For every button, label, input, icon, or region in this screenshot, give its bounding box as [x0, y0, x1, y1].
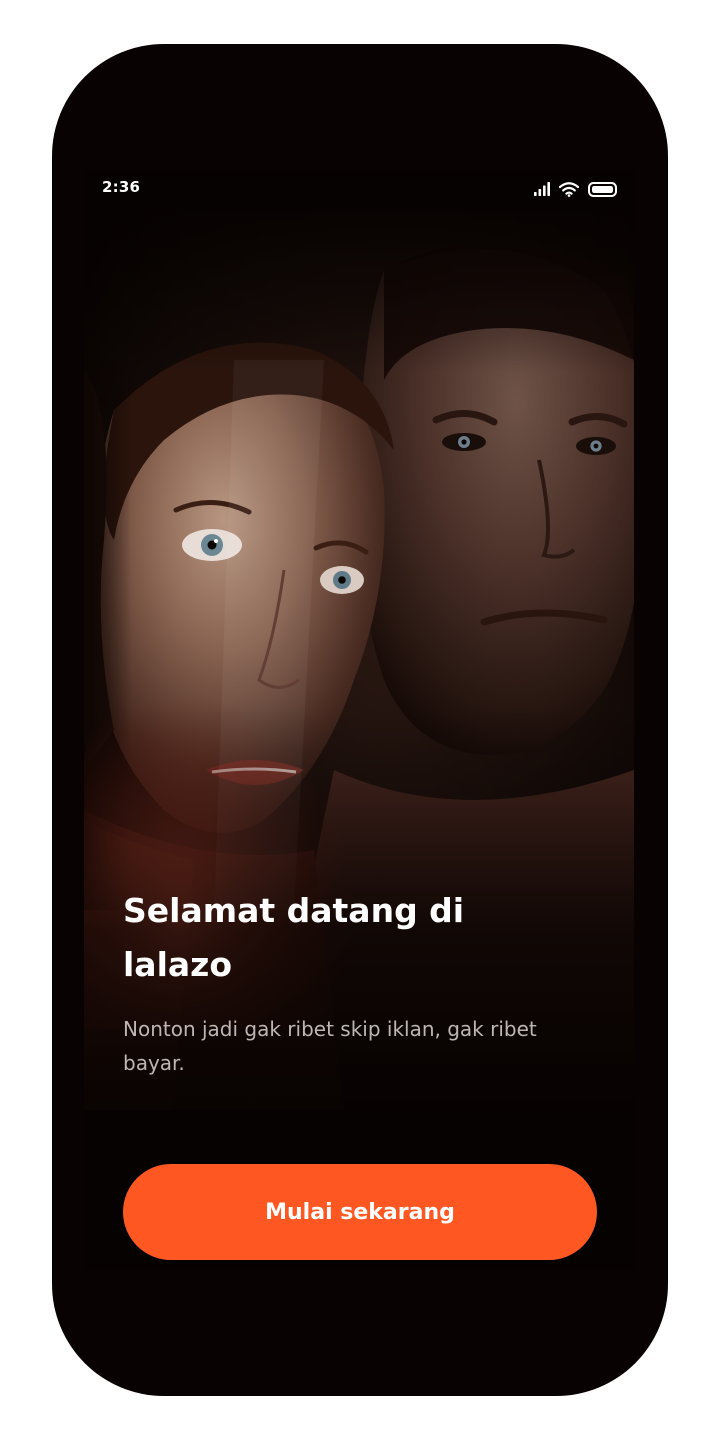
welcome-subtitle: Nonton jadi gak ribet skip iklan, gak ri…	[123, 1017, 537, 1075]
status-bar: 2:36	[84, 170, 634, 210]
welcome-title: Selamat datang di lalazo	[123, 891, 465, 984]
start-now-button[interactable]: Mulai sekarang	[123, 1164, 597, 1260]
signal-icon	[534, 182, 550, 196]
status-icons	[534, 178, 618, 200]
wifi-icon	[559, 181, 579, 197]
status-time: 2:36	[102, 178, 141, 196]
phone-frame: 2:36 Selamat datang di lalazo Nonton jad…	[52, 44, 668, 1396]
app-screen: 2:36 Selamat datang di lalazo Nonton jad…	[84, 170, 634, 1270]
battery-icon	[588, 181, 618, 197]
